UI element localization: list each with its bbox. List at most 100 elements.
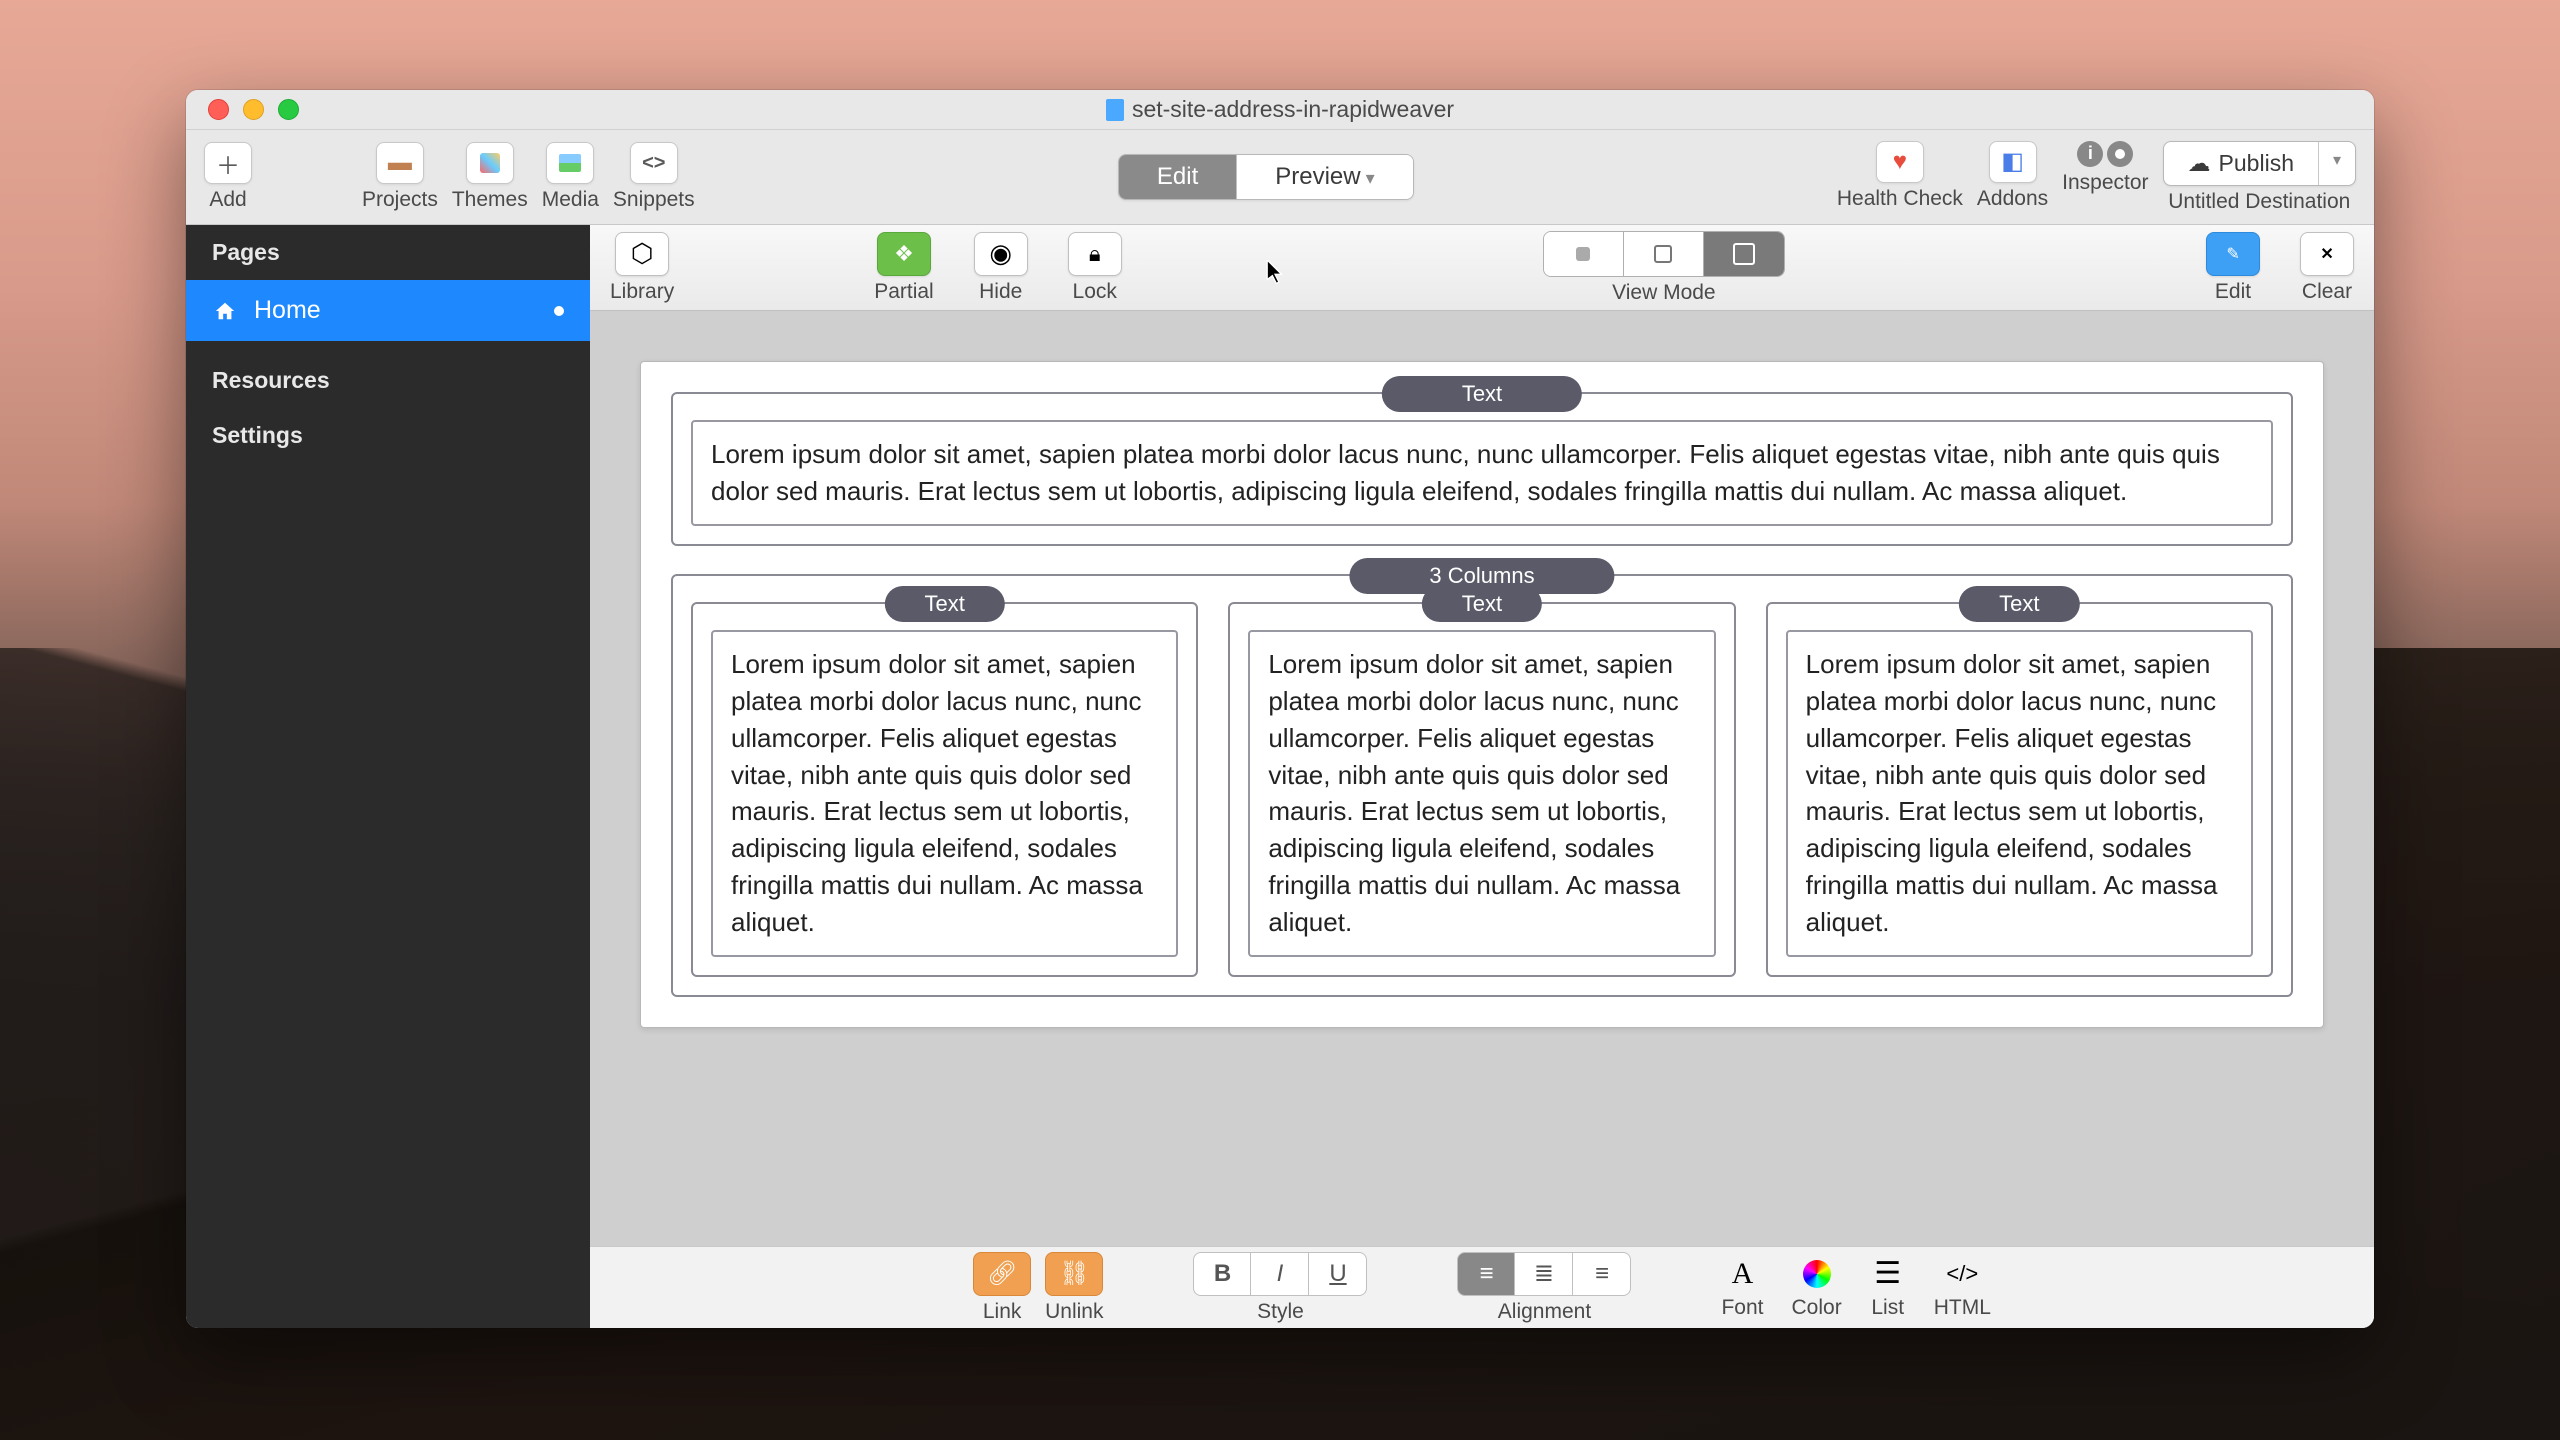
style-label: Style <box>1257 1300 1304 1324</box>
puzzle-icon: ◧ <box>2001 147 2024 176</box>
col2-text[interactable]: Lorem ipsum dolor sit amet, sapien plate… <box>1248 630 1715 957</box>
align-right-button[interactable]: ≡ <box>1573 1252 1631 1296</box>
pencil-icon: ✎ <box>2226 244 2239 264</box>
list-icon: ☰ <box>1874 1256 1901 1291</box>
code-icon: <> <box>642 152 665 175</box>
align-center-button[interactable]: ≣ <box>1515 1252 1573 1296</box>
link-label: Link <box>983 1300 1022 1324</box>
publish-dropdown[interactable]: ▾ <box>2318 142 2355 185</box>
view-mode-small[interactable] <box>1544 232 1624 276</box>
cube-icon: ⬡ <box>631 238 654 269</box>
alignment-label: Alignment <box>1498 1300 1591 1324</box>
three-columns-stack[interactable]: 3 Columns Text Lorem ipsum dolor sit ame… <box>671 574 2293 997</box>
view-mode-label: View Mode <box>1612 281 1716 305</box>
lock-icon: 🔒︎ <box>1089 241 1101 267</box>
font-label: Font <box>1721 1296 1763 1320</box>
hide-button[interactable]: ◉ <box>974 232 1028 276</box>
edit-stack-button[interactable]: ✎ <box>2206 232 2260 276</box>
italic-button[interactable]: I <box>1251 1252 1309 1296</box>
lock-button[interactable]: 🔒︎ <box>1068 232 1122 276</box>
color-button[interactable] <box>1799 1256 1835 1292</box>
preview-mode-button[interactable]: Preview <box>1237 155 1412 199</box>
health-check-label: Health Check <box>1837 187 1963 211</box>
library-button[interactable]: ⬡ <box>615 232 669 276</box>
clear-label: Clear <box>2302 280 2352 304</box>
sidebar-item-home[interactable]: Home <box>186 280 590 341</box>
document-icon <box>1106 99 1124 121</box>
list-button[interactable]: ☰ <box>1870 1256 1906 1292</box>
close-window-button[interactable] <box>208 99 229 120</box>
add-button[interactable]: ＋ <box>204 142 252 184</box>
html-label: HTML <box>1934 1296 1991 1320</box>
view-mode-medium[interactable] <box>1624 232 1704 276</box>
link-button[interactable]: 🔗︎ <box>973 1252 1031 1296</box>
col1-text-stack[interactable]: Text Lorem ipsum dolor sit amet, sapien … <box>691 602 1198 977</box>
x-icon: ✕ <box>2320 244 2333 264</box>
minimize-window-button[interactable] <box>243 99 264 120</box>
home-icon <box>212 300 238 322</box>
destination-label: Untitled Destination <box>2168 190 2350 214</box>
eye-icon: ◉ <box>989 238 1012 269</box>
unlink-button[interactable]: ⛓︎ <box>1045 1252 1103 1296</box>
col2-text-stack[interactable]: Text Lorem ipsum dolor sit amet, sapien … <box>1228 602 1735 977</box>
app-window: set-site-address-in-rapidweaver ＋ Add ▬ … <box>186 90 2374 1328</box>
stacks-toolbar: ⬡ Library ❖ Partial ◉ Hide 🔒︎ Lock <box>590 225 2374 311</box>
unlink-label: Unlink <box>1045 1300 1103 1324</box>
publish-button[interactable]: ☁︎Publish <box>2164 142 2318 185</box>
col2-label: Text <box>1422 586 1542 622</box>
edit-mode-button[interactable]: Edit <box>1119 155 1237 199</box>
zoom-window-button[interactable] <box>278 99 299 120</box>
text-stack-top[interactable]: Text Lorem ipsum dolor sit amet, sapien … <box>671 392 2293 546</box>
snippets-label: Snippets <box>613 188 695 212</box>
drawer-icon: ▬ <box>388 149 412 177</box>
inspector-info-button[interactable]: i <box>2077 141 2103 167</box>
inspector-page-button[interactable] <box>2107 141 2133 167</box>
main-toolbar: ＋ Add ▬ Projects Themes Media <> Snippet… <box>186 130 2374 225</box>
align-left-icon: ≡ <box>1479 1260 1493 1288</box>
media-label: Media <box>542 188 599 212</box>
paint-icon <box>480 153 500 173</box>
align-left-button[interactable]: ≡ <box>1457 1252 1515 1296</box>
clear-button[interactable]: ✕ <box>2300 232 2354 276</box>
inspector-label: Inspector <box>2062 171 2148 195</box>
col3-text-stack[interactable]: Text Lorem ipsum dolor sit amet, sapien … <box>1766 602 2273 977</box>
list-label: List <box>1871 1296 1904 1320</box>
text-format-toolbar: 🔗︎ Link ⛓︎ Unlink B I U Style <box>590 1246 2374 1328</box>
col3-text[interactable]: Lorem ipsum dolor sit amet, sapien plate… <box>1786 630 2253 957</box>
addons-button[interactable]: ◧ <box>1989 141 2037 183</box>
page-canvas[interactable]: Text Lorem ipsum dolor sit amet, sapien … <box>640 361 2324 1028</box>
unlink-icon: ⛓︎ <box>1059 1259 1089 1288</box>
media-button[interactable] <box>546 142 594 184</box>
home-label: Home <box>254 296 321 325</box>
picture-icon <box>559 154 581 172</box>
text-stack-label: Text <box>1382 376 1582 412</box>
view-mode-large[interactable] <box>1704 232 1784 276</box>
html-button[interactable]: </> <box>1944 1256 1980 1292</box>
snippets-button[interactable]: <> <box>630 142 678 184</box>
pages-header: Pages <box>186 225 590 280</box>
font-button[interactable]: A <box>1725 1256 1761 1292</box>
text-content-top[interactable]: Lorem ipsum dolor sit amet, sapien plate… <box>691 420 2273 526</box>
underline-button[interactable]: U <box>1309 1252 1367 1296</box>
settings-header[interactable]: Settings <box>186 408 590 463</box>
align-center-icon: ≣ <box>1534 1259 1554 1288</box>
view-mode-segment <box>1543 231 1785 277</box>
themes-label: Themes <box>452 188 528 212</box>
font-icon: A <box>1732 1257 1754 1291</box>
themes-button[interactable] <box>466 142 514 184</box>
align-right-icon: ≡ <box>1595 1260 1609 1288</box>
bold-button[interactable]: B <box>1193 1252 1251 1296</box>
col1-label: Text <box>884 586 1004 622</box>
health-check-button[interactable]: ♥ <box>1876 141 1924 183</box>
library-label: Library <box>610 280 674 304</box>
html-icon: </> <box>1946 1261 1978 1287</box>
col3-label: Text <box>1959 586 2079 622</box>
link-icon: 🔗︎ <box>987 1259 1017 1288</box>
projects-button[interactable]: ▬ <box>376 142 424 184</box>
resources-header[interactable]: Resources <box>186 353 590 408</box>
partial-button[interactable]: ❖ <box>877 232 931 276</box>
heart-icon: ♥ <box>1893 148 1907 176</box>
canvas[interactable]: Text Lorem ipsum dolor sit amet, sapien … <box>590 311 2374 1246</box>
col1-text[interactable]: Lorem ipsum dolor sit amet, sapien plate… <box>711 630 1178 957</box>
hide-label: Hide <box>979 280 1022 304</box>
